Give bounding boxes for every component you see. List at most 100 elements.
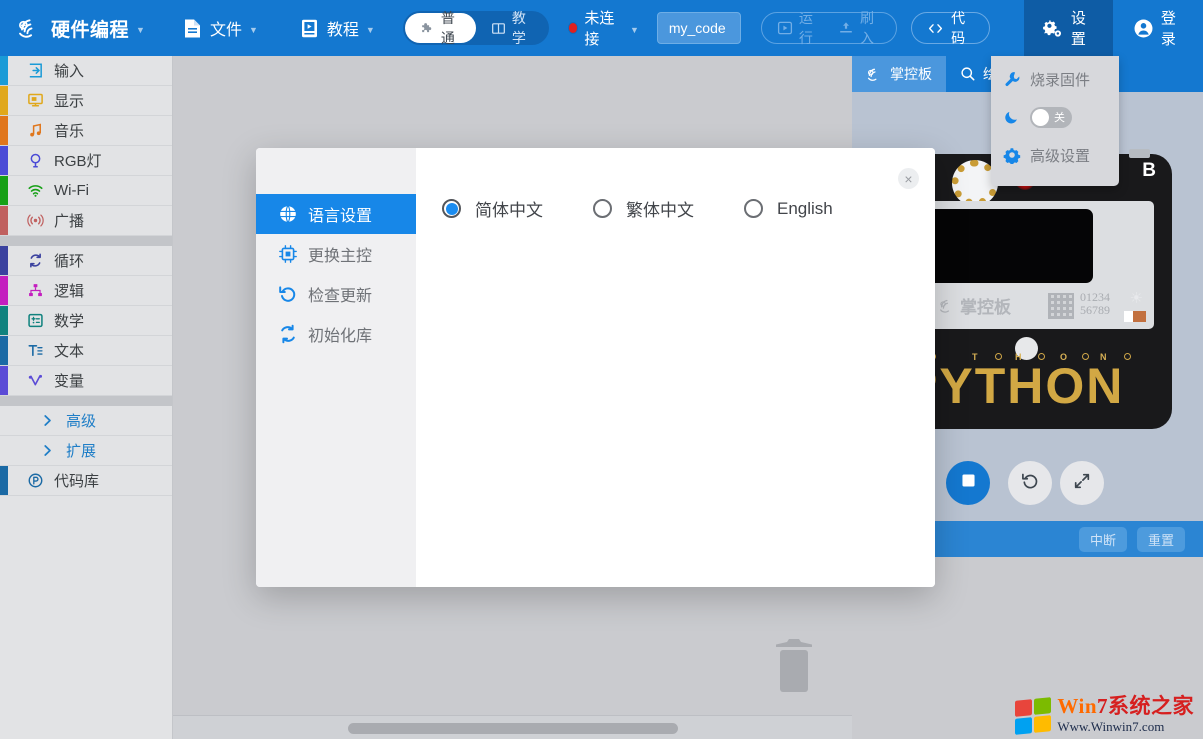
- menu-file[interactable]: 文件 ▼: [173, 0, 268, 56]
- app-brand[interactable]: 硬件编程 ▼: [0, 0, 149, 56]
- menu-file-label: 文件: [210, 16, 242, 40]
- expand-arrows-icon: [1073, 472, 1091, 495]
- settings-button[interactable]: 设置: [1024, 0, 1113, 56]
- board-pin: [1124, 353, 1131, 360]
- chip-icon: [278, 244, 298, 264]
- menu-tutorial[interactable]: 教程 ▼: [290, 0, 385, 56]
- sidebar-item-variable[interactable]: 变量: [0, 366, 172, 396]
- puzzle-icon: [420, 21, 435, 36]
- delete-trash-icon[interactable]: [769, 636, 819, 703]
- sidebar-item-wifi[interactable]: Wi-Fi: [0, 176, 172, 206]
- language-option-label: 简体中文: [475, 196, 543, 221]
- sidebar-item-label: 循环: [54, 250, 84, 271]
- sidebar-item-extensions[interactable]: 扩展: [0, 436, 172, 466]
- modal-nav-check-update[interactable]: 检查更新: [256, 274, 416, 314]
- connection-status[interactable]: 未连接 ▼: [569, 7, 639, 49]
- modal-nav-label: 检查更新: [308, 282, 372, 306]
- board-button-b[interactable]: B: [1142, 160, 1156, 182]
- sidebar-item-display[interactable]: 显示: [0, 86, 172, 116]
- sidebar-item-advanced[interactable]: 高级: [0, 406, 172, 436]
- svg-text:PYTHON: PYTHON: [904, 359, 1124, 413]
- sidebar-item-code-library[interactable]: 代码库: [0, 466, 172, 496]
- mode-teaching-button[interactable]: 教学: [476, 13, 547, 43]
- search-icon: [960, 66, 976, 82]
- category-color-strip: [0, 246, 8, 275]
- stop-button[interactable]: [946, 461, 990, 505]
- settings-label: 设置: [1071, 7, 1095, 49]
- sidebar-item-music[interactable]: 音乐: [0, 116, 172, 146]
- chevron-down-icon: ▼: [136, 25, 145, 35]
- dropdown-item-burn-firmware[interactable]: 烧录固件: [991, 60, 1119, 98]
- flash-label: 刷入: [860, 8, 881, 48]
- run-button[interactable]: 运行: [768, 8, 829, 48]
- dropdown-item-advanced-settings[interactable]: 高级设置: [991, 136, 1119, 174]
- chevron-right-icon: [34, 413, 60, 428]
- language-option-traditional[interactable]: 繁体中文: [593, 196, 694, 221]
- sidebar-divider: [0, 236, 172, 246]
- chevron-down-icon: ▼: [630, 25, 639, 35]
- settings-dropdown-menu: 烧录固件 关 高级设置: [991, 56, 1119, 186]
- tutorial-book-icon: [300, 18, 319, 39]
- flash-button[interactable]: 刷入: [829, 8, 890, 48]
- sidebar-item-label: 数学: [54, 310, 84, 331]
- tab-board[interactable]: 掌控板: [852, 56, 946, 92]
- sidebar-item-math[interactable]: 数学: [0, 306, 172, 336]
- project-name-value: my_code: [669, 20, 726, 36]
- language-option-simplified[interactable]: 简体中文: [442, 196, 543, 221]
- sidebar-item-text[interactable]: 文本: [0, 336, 172, 366]
- fullscreen-button[interactable]: [1060, 461, 1104, 505]
- project-name-input[interactable]: my_code: [657, 12, 741, 44]
- math-icon: [22, 312, 48, 329]
- sidebar-item-label: 高级: [66, 410, 96, 431]
- close-icon[interactable]: ×: [898, 168, 919, 189]
- interrupt-label: 中断: [1090, 533, 1116, 548]
- reset-button[interactable]: [1008, 461, 1052, 505]
- sidebar-item-rgb-light[interactable]: RGB灯: [0, 146, 172, 176]
- wrench-icon: [1003, 70, 1021, 88]
- mode-teaching-label: 教学: [512, 8, 532, 48]
- sidebar-item-logic[interactable]: 逻辑: [0, 276, 172, 306]
- modal-nav-language[interactable]: 语言设置: [256, 194, 416, 234]
- sidebar-item-label: RGB灯: [54, 150, 102, 171]
- mode-normal-button[interactable]: 普通: [405, 13, 476, 43]
- sidebar-item-broadcast[interactable]: 广播: [0, 206, 172, 236]
- broadcast-icon: [22, 212, 48, 229]
- interrupt-button[interactable]: 中断: [1079, 527, 1127, 552]
- scrollbar-thumb[interactable]: [348, 723, 678, 734]
- radio-icon: [442, 199, 461, 218]
- bulb-icon: [22, 152, 48, 169]
- dark-mode-toggle[interactable]: 关: [1030, 107, 1072, 128]
- modal-nav-change-board[interactable]: 更换主控: [256, 234, 416, 274]
- language-option-label: 繁体中文: [626, 196, 694, 221]
- language-option-english[interactable]: English: [744, 199, 833, 219]
- sidebar-item-label: 逻辑: [54, 280, 84, 301]
- display-icon: [22, 92, 48, 109]
- dropdown-item-dark-mode[interactable]: 关: [991, 98, 1119, 136]
- reset-terminal-button[interactable]: 重置: [1137, 527, 1185, 552]
- light-sensor-icon: ☀: [1130, 289, 1143, 307]
- status-dot-icon: [569, 23, 578, 33]
- upload-icon: [838, 20, 854, 36]
- gear-icon: [1003, 146, 1021, 164]
- modal-nav-init-library[interactable]: 初始化库: [256, 314, 416, 354]
- code-button[interactable]: 代码: [911, 12, 990, 44]
- sidebar-item-label: 输入: [54, 60, 84, 81]
- code-label: 代码: [951, 8, 974, 48]
- login-button[interactable]: 登录: [1133, 7, 1185, 49]
- board-face-logo: 掌控板: [938, 293, 1011, 318]
- sidebar-item-input[interactable]: 输入: [0, 56, 172, 86]
- board-pin-label: N: [1100, 352, 1107, 362]
- board-serial-line2: 56789: [1080, 304, 1110, 317]
- board-serial: 01234 56789: [1080, 291, 1110, 317]
- text-icon: [22, 342, 48, 359]
- sidebar-divider: [0, 396, 172, 406]
- loop-icon: [22, 252, 48, 269]
- board-pin-label: O: [1060, 352, 1067, 362]
- category-color-strip: [0, 306, 8, 335]
- horizontal-scrollbar[interactable]: [173, 715, 852, 739]
- chevron-down-icon: ▼: [249, 25, 258, 35]
- board-face-plate: 掌控板 01234 56789 ☀: [900, 201, 1154, 329]
- sidebar-item-loop[interactable]: 循环: [0, 246, 172, 276]
- category-color-strip: [0, 56, 8, 85]
- category-color-strip: [0, 86, 8, 115]
